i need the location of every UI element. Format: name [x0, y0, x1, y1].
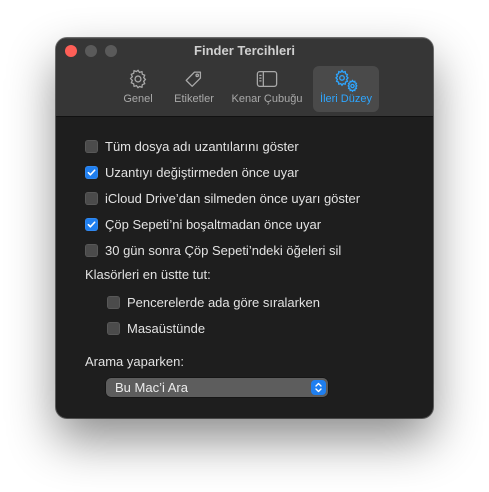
- title-bar: Finder Tercihleri Genel Etiketler Kenar …: [56, 38, 433, 117]
- advanced-gears-icon: [335, 69, 358, 92]
- sidebar-icon: [256, 71, 278, 87]
- option-show-extensions[interactable]: Tüm dosya adı uzantılarını göster: [85, 137, 299, 155]
- option-remove-trash-after-30-days[interactable]: 30 gün sonra Çöp Sepeti’ndeki öğeleri si…: [85, 241, 341, 259]
- option-label: Tüm dosya adı uzantılarını göster: [105, 138, 299, 154]
- checkbox[interactable]: [85, 165, 98, 179]
- tab-advanced[interactable]: İleri Düzey: [313, 66, 379, 112]
- tab-sidebar[interactable]: Kenar Çubuğu: [226, 66, 308, 112]
- option-warn-extension-change[interactable]: Uzantıyı değiştirmeden önce uyar: [85, 163, 299, 181]
- checkbox[interactable]: [107, 321, 120, 335]
- option-label: Çöp Sepeti’ni boşaltmadan önce uyar: [105, 216, 322, 232]
- option-label: Uzantıyı değiştirmeden önce uyar: [105, 164, 299, 180]
- popup-stepper[interactable]: [311, 380, 326, 395]
- tab-general-label: Genel: [123, 93, 153, 105]
- checkbox[interactable]: [85, 139, 98, 153]
- checkbox[interactable]: [85, 191, 98, 205]
- option-warn-icloud-remove[interactable]: iCloud Drive’dan silmeden önce uyarı gös…: [85, 189, 360, 207]
- window-title: Finder Tercihleri: [194, 43, 295, 58]
- search-scope-value: Bu Mac’i Ara: [115, 380, 188, 395]
- chevron-up-down-icon: [315, 382, 322, 393]
- tab-tags-label: Etiketler: [174, 93, 214, 105]
- option-folders-top-windows[interactable]: Pencerelerde ada göre sıralarken: [107, 293, 320, 311]
- option-label: 30 gün sonra Çöp Sepeti’ndeki öğeleri si…: [105, 242, 342, 258]
- option-label: Masaüstünde: [127, 320, 206, 336]
- search-scope-popup[interactable]: Bu Mac’i Ara: [106, 378, 328, 397]
- checkmark-icon: [87, 168, 96, 176]
- folders-on-top-heading: Klasörleri en üstte tut:: [85, 267, 211, 282]
- search-scope-heading: Arama yaparken:: [85, 354, 184, 369]
- option-warn-empty-trash[interactable]: Çöp Sepeti’ni boşaltmadan önce uyar: [85, 215, 321, 233]
- checkbox[interactable]: [85, 243, 98, 257]
- advanced-preferences-pane: Tüm dosya adı uzantılarını göster Uzantı…: [56, 117, 433, 418]
- gear-icon: [129, 69, 147, 89]
- tag-icon: [185, 71, 202, 87]
- checkmark-icon: [87, 220, 96, 228]
- tab-general[interactable]: Genel: [116, 66, 160, 112]
- option-label: iCloud Drive’dan silmeden önce uyarı gös…: [105, 190, 361, 206]
- option-folders-top-desktop[interactable]: Masaüstünde: [107, 319, 205, 337]
- tab-advanced-label: İleri Düzey: [320, 93, 372, 105]
- finder-preferences-window: Finder Tercihleri Genel Etiketler Kenar …: [56, 38, 433, 418]
- option-label: Pencerelerde ada göre sıralarken: [127, 294, 320, 310]
- checkbox[interactable]: [85, 217, 98, 231]
- tab-tags[interactable]: Etiketler: [168, 66, 220, 112]
- checkbox[interactable]: [107, 295, 120, 309]
- tab-sidebar-label: Kenar Çubuğu: [231, 93, 303, 105]
